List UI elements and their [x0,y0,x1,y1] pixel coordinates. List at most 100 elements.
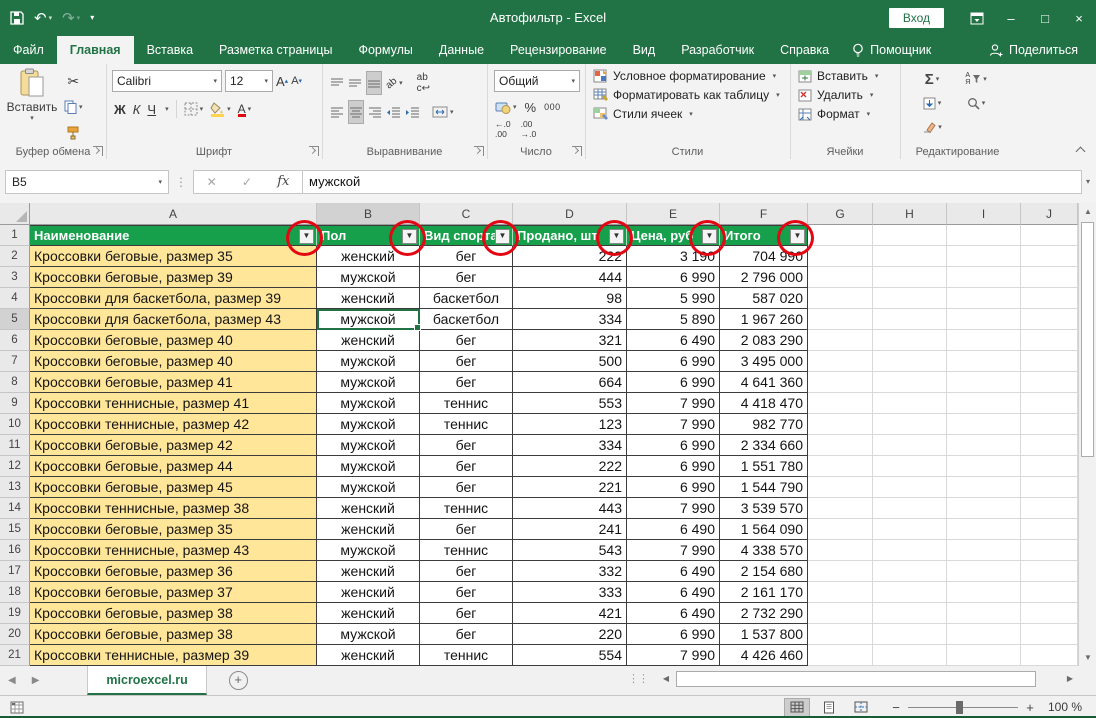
cell[interactable] [808,288,873,309]
cell[interactable]: мужской [317,456,420,477]
cell[interactable]: бег [420,435,513,456]
cell[interactable] [947,351,1021,372]
cell[interactable]: женский [317,519,420,540]
cell[interactable] [873,225,947,246]
cell[interactable] [808,414,873,435]
cell[interactable]: 1 544 790 [720,477,808,498]
row-header[interactable]: 11 [0,435,30,456]
cancel-icon[interactable]: ✕ [207,175,217,189]
column-header[interactable]: E [627,203,720,225]
cell[interactable]: 123 [513,414,627,435]
bold-button[interactable]: Ж [114,98,126,120]
vertical-scroll-thumb[interactable] [1081,222,1094,457]
percent-style-button[interactable]: % [525,96,537,118]
minimize-button[interactable]: – [994,0,1028,36]
cell[interactable]: женский [317,603,420,624]
cell[interactable] [808,225,873,246]
tab-вид[interactable]: Вид [620,36,669,64]
share-button[interactable]: Поделиться [989,36,1096,64]
cell[interactable]: 7 990 [627,498,720,519]
cell[interactable] [1021,372,1078,393]
orientation-button[interactable]: ab▾ [386,72,403,94]
row-header[interactable]: 8 [0,372,30,393]
cell[interactable]: мужской [317,393,420,414]
filter-button[interactable]: ▼ [702,229,717,244]
cell[interactable] [1021,624,1078,645]
cell[interactable]: 220 [513,624,627,645]
cell[interactable]: Кроссовки беговые, размер 40 [30,330,317,351]
vertical-scrollbar[interactable]: ▲ ▼ [1078,203,1096,666]
cell-styles-button[interactable]: Стили ячеек▾ [593,107,780,121]
cell[interactable] [873,603,947,624]
customize-qat-icon[interactable]: ▾ [90,14,94,22]
cell[interactable]: 2 796 000 [720,267,808,288]
scroll-right-icon[interactable]: ▶ [1062,671,1078,687]
cell[interactable]: Кроссовки беговые, размер 44 [30,456,317,477]
column-header[interactable]: H [873,203,947,225]
cell[interactable] [873,624,947,645]
cell[interactable]: 2 083 290 [720,330,808,351]
filter-button[interactable]: ▼ [299,229,314,244]
format-painter-button[interactable] [64,122,83,144]
redo-button[interactable]: ↷▾ [62,11,80,26]
cell[interactable] [873,393,947,414]
cell[interactable]: мужской [317,477,420,498]
cell[interactable]: 443 [513,498,627,519]
cell[interactable] [873,582,947,603]
scroll-up-icon[interactable]: ▲ [1080,203,1096,220]
cell[interactable]: 6 990 [627,267,720,288]
cell[interactable]: 4 641 360 [720,372,808,393]
cell[interactable] [808,498,873,519]
cell[interactable] [808,561,873,582]
cell[interactable]: мужской [317,435,420,456]
row-header[interactable]: 3 [0,267,30,288]
cell[interactable] [947,309,1021,330]
cell[interactable]: теннис [420,498,513,519]
increase-decimal-button[interactable]: ←.0.00 [495,118,511,140]
cell[interactable]: 6 990 [627,435,720,456]
cell[interactable]: 6 490 [627,582,720,603]
cell[interactable] [808,435,873,456]
cell[interactable]: 7 990 [627,645,720,666]
cell[interactable]: бег [420,372,513,393]
cell[interactable]: 587 020 [720,288,808,309]
cell[interactable]: 553 [513,393,627,414]
cell[interactable] [1021,414,1078,435]
cell[interactable]: 321 [513,330,627,351]
cell[interactable] [873,246,947,267]
cut-button[interactable]: ✂ [64,70,83,92]
ribbon-display-options-icon[interactable] [960,0,994,36]
cell[interactable]: 6 990 [627,372,720,393]
cell[interactable]: 554 [513,645,627,666]
format-cells-button[interactable]: Формат▾ [798,107,878,121]
fill-handle[interactable] [414,324,421,331]
cell[interactable]: теннис [420,540,513,561]
cell[interactable]: бег [420,561,513,582]
table-header-cell[interactable]: Итого▼ [720,225,808,246]
cell[interactable] [947,372,1021,393]
formula-input[interactable]: мужской [303,170,1082,194]
column-header[interactable]: A [30,203,317,225]
cell[interactable] [947,414,1021,435]
cell[interactable] [873,309,947,330]
cell[interactable] [873,288,947,309]
page-layout-view-button[interactable] [816,698,842,717]
cell[interactable] [1021,603,1078,624]
cell[interactable]: бег [420,519,513,540]
cell[interactable] [808,519,873,540]
column-header[interactable]: G [808,203,873,225]
cell[interactable] [808,624,873,645]
cell-mode-indicator-icon[interactable] [10,701,26,714]
cell[interactable]: 7 990 [627,414,720,435]
cell[interactable]: Кроссовки теннисные, размер 38 [30,498,317,519]
decrease-font-size-button[interactable]: A▾ [291,70,302,92]
tab-рецензирование[interactable]: Рецензирование [497,36,620,64]
cell[interactable]: 6 490 [627,561,720,582]
cell[interactable] [947,456,1021,477]
cell[interactable]: Кроссовки беговые, размер 42 [30,435,317,456]
cell[interactable]: 1 564 090 [720,519,808,540]
cell[interactable]: 543 [513,540,627,561]
sort-filter-button[interactable]: АЯ ▾ [954,68,998,90]
cell[interactable] [873,351,947,372]
cell[interactable]: Кроссовки беговые, размер 40 [30,351,317,372]
